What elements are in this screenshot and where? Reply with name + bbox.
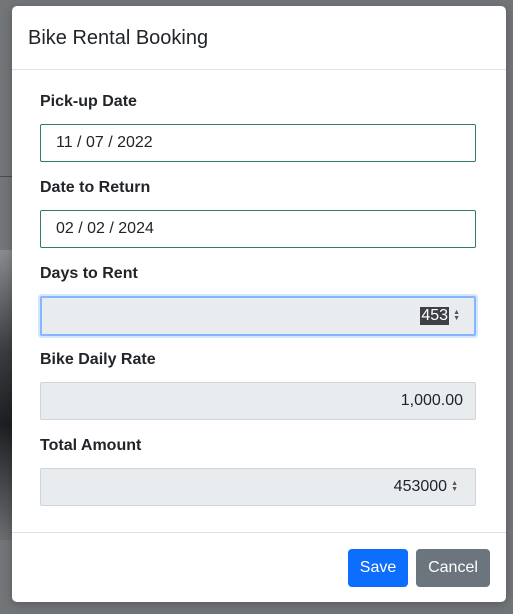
pickup-date-value: 11 / 07 / 2022 xyxy=(56,134,153,151)
daily-rate-label: Bike Daily Rate xyxy=(40,351,156,368)
modal-footer: Save Cancel xyxy=(12,532,506,602)
return-date-input[interactable]: 02 / 02 / 2024 xyxy=(40,210,476,248)
daily-rate-value: 1,000.00 xyxy=(400,392,463,409)
background-divider xyxy=(0,176,12,177)
pickup-date-label: Pick-up Date xyxy=(40,93,137,110)
booking-modal: Bike Rental Booking Pick-up Date 11 / 07… xyxy=(12,6,506,602)
return-date-value: 02 / 02 / 2024 xyxy=(56,220,154,237)
days-to-rent-label: Days to Rent xyxy=(40,265,138,282)
pickup-date-input[interactable]: 11 / 07 / 2022 xyxy=(40,124,476,162)
total-amount-input[interactable]: 453000 ▲ ▼ xyxy=(40,468,476,506)
total-amount-value: 453000 xyxy=(393,478,448,495)
return-date-label: Date to Return xyxy=(40,179,151,196)
save-button[interactable]: Save xyxy=(348,549,408,587)
spinner-icon[interactable]: ▲ ▼ xyxy=(453,309,460,322)
spinner-icon[interactable]: ▲ ▼ xyxy=(451,480,458,493)
modal-body: Pick-up Date 11 / 07 / 2022 Date to Retu… xyxy=(12,70,506,532)
days-to-rent-value: 453 xyxy=(420,307,450,325)
daily-rate-input: 1,000.00 xyxy=(40,382,476,420)
days-to-rent-input[interactable]: 453 ▲ ▼ xyxy=(40,296,476,336)
background-image xyxy=(0,250,12,540)
modal-header: Bike Rental Booking xyxy=(12,6,506,70)
modal-title: Bike Rental Booking xyxy=(28,26,209,49)
cancel-button[interactable]: Cancel xyxy=(416,549,490,587)
total-amount-label: Total Amount xyxy=(40,437,142,454)
